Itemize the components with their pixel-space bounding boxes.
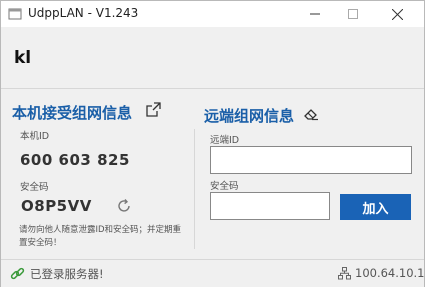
local-id-value: 600 603 825: [20, 151, 130, 169]
export-icon[interactable]: [146, 102, 161, 117]
status-message: 已登录服务器!: [30, 267, 104, 281]
title-bar[interactable]: UdppLAN - V1.243: [1, 1, 424, 27]
network-icon: [338, 267, 351, 280]
username: kl: [14, 48, 32, 68]
status-bar: 已登录服务器! 100.64.10.1: [1, 259, 425, 287]
local-id-label: 本机ID: [20, 131, 50, 142]
local-section-title: 本机接受组网信息: [12, 104, 133, 122]
refresh-icon[interactable]: [116, 198, 132, 214]
section-divider: [194, 129, 195, 249]
maximize-button[interactable]: [335, 1, 371, 27]
join-button[interactable]: 加入: [340, 194, 411, 220]
security-hint: 请勿向他人随意泄露ID和安全码；并定期重置安全码！: [19, 225, 182, 248]
remote-id-field[interactable]: [210, 146, 412, 174]
remote-id-input[interactable]: [211, 147, 411, 173]
header: kl: [1, 28, 424, 88]
close-button[interactable]: [379, 1, 415, 27]
minimize-button[interactable]: [297, 1, 333, 27]
remote-id-label: 远端ID: [210, 135, 240, 146]
link-icon: [10, 267, 25, 280]
maximize-icon: [348, 9, 358, 19]
ip-address: 100.64.10.1: [355, 266, 425, 280]
close-icon: [391, 8, 403, 20]
eraser-icon[interactable]: [303, 107, 319, 121]
window-title: UdppLAN - V1.243: [28, 6, 139, 20]
header-divider: [1, 88, 424, 89]
app-window: UdppLAN - V1.243 kl 本机接受组网信息 本机ID 600 60…: [0, 0, 425, 287]
remote-section-title: 远端组网信息: [204, 107, 295, 125]
local-code-label: 安全码: [20, 182, 49, 193]
remote-code-input[interactable]: [211, 193, 329, 219]
minimize-icon: [310, 13, 320, 15]
remote-code-field[interactable]: [210, 192, 330, 220]
local-code-value: O8P5VV: [21, 197, 92, 215]
app-icon: [8, 8, 22, 20]
remote-code-label: 安全码: [210, 181, 239, 192]
